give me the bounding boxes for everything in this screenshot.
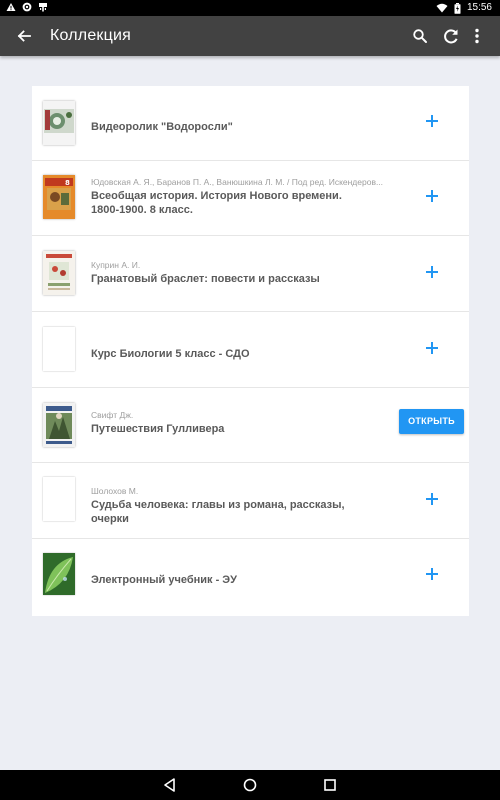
item-title: Гранатовый браслет: повести и рассказы (91, 273, 320, 285)
add-icon[interactable] (421, 563, 443, 585)
list-item[interactable]: Видеоролик "Водоросли" (32, 86, 469, 161)
wifi-icon (436, 3, 448, 13)
add-icon[interactable] (421, 261, 443, 283)
item-author: Шолохов М. (91, 486, 139, 496)
list-item[interactable]: Шолохов М. Судьба человека: главы из ром… (32, 464, 469, 539)
add-icon[interactable] (421, 110, 443, 132)
status-bar: 15:56 (0, 0, 500, 16)
item-author: Свифт Дж. (91, 410, 134, 420)
usb-icon (39, 3, 47, 12)
list-item[interactable]: Электронный учебник - ЭУ (32, 540, 469, 615)
list-item[interactable]: 8 Юдовская А. Я., Баранов П. А., Ванюшки… (32, 161, 469, 236)
item-title: Судьба человека: главы из романа, расска… (91, 499, 345, 525)
item-author: Куприн А. И. (91, 260, 141, 270)
book-cover-image (43, 403, 75, 447)
collection-list: Видеоролик "Водоросли" 8 Юдовская А. Я.,… (32, 86, 469, 616)
item-title: Курс Биологии 5 класс - СДО (91, 348, 250, 360)
page-title: Коллекция (50, 27, 132, 44)
list-item[interactable]: Курс Биологии 5 класс - СДО (32, 313, 469, 388)
search-icon[interactable] (409, 25, 431, 47)
app-toolbar: Коллекция (0, 16, 500, 56)
item-title: Путешествия Гулливера (91, 423, 225, 435)
recents-square-icon[interactable] (321, 776, 339, 794)
add-icon[interactable] (421, 488, 443, 510)
warning-icon (6, 3, 16, 11)
book-cover-image: 8 (43, 175, 75, 219)
settings-icon (22, 2, 32, 12)
refresh-icon[interactable] (440, 25, 462, 47)
video-thumbnail (43, 101, 75, 145)
clock-text: 15:56 (466, 2, 492, 13)
item-title: Всеобщая история. История Нового времени… (91, 190, 342, 216)
battery-charging-icon (454, 2, 461, 14)
home-circle-icon[interactable] (241, 776, 259, 794)
item-author: Юдовская А. Я., Баранов П. А., Ванюшкина… (91, 177, 384, 187)
add-icon[interactable] (421, 337, 443, 359)
back-triangle-icon[interactable] (161, 776, 179, 794)
arrow-back-icon[interactable] (14, 26, 34, 46)
open-button[interactable]: ОТКРЫТЬ (399, 409, 464, 434)
leaf-thumbnail (43, 553, 75, 595)
book-cover-blank (43, 327, 75, 371)
book-cover-image (43, 251, 75, 295)
list-item[interactable]: Свифт Дж. Путешествия Гулливера ОТКРЫТЬ (32, 388, 469, 463)
list-item[interactable]: Куприн А. И. Гранатовый браслет: повести… (32, 237, 469, 312)
book-cover-blank (43, 477, 75, 521)
more-vert-icon[interactable] (466, 25, 488, 47)
item-title: Видеоролик "Водоросли" (91, 121, 233, 133)
svg-text:8: 8 (65, 179, 70, 187)
add-icon[interactable] (421, 185, 443, 207)
system-nav-bar (0, 770, 500, 800)
item-title: Электронный учебник - ЭУ (91, 574, 237, 586)
